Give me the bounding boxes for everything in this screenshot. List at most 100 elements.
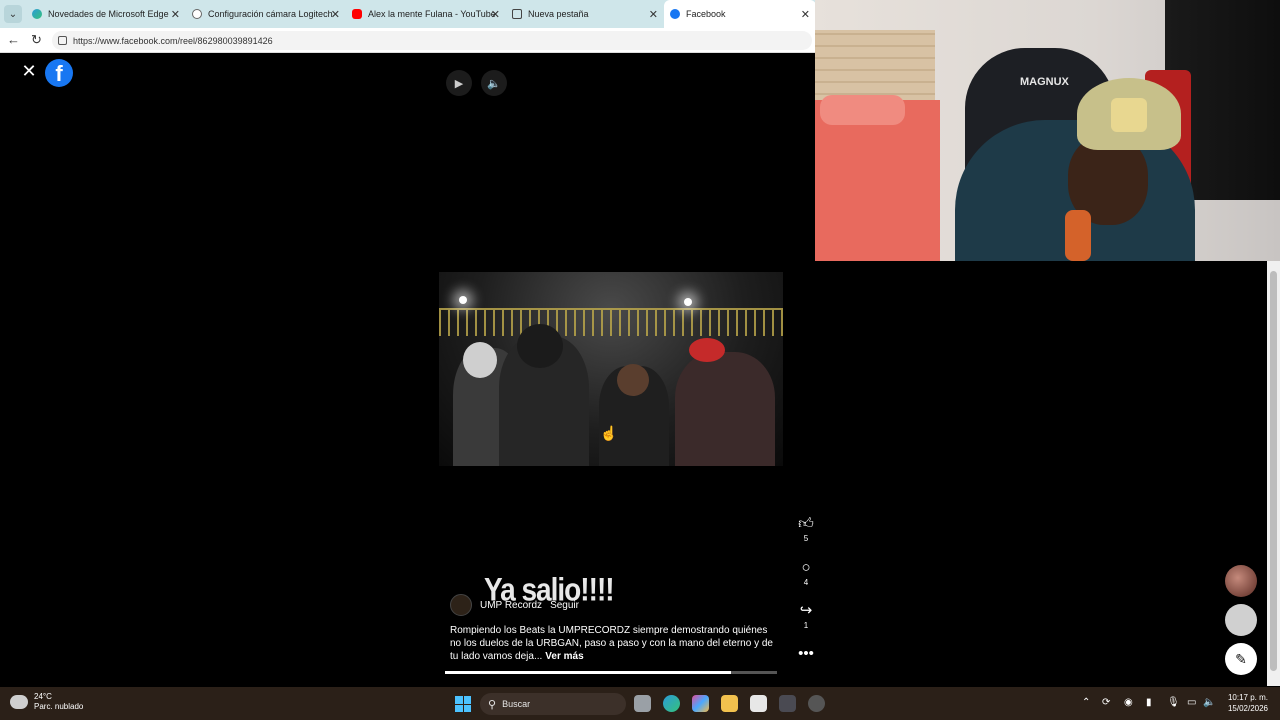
reel-caption: Rompiendo los Beats la UMPRECORDZ siempr… [450,624,780,663]
url-text: https://www.facebook.com/reel/8629800398… [73,35,273,46]
close-icon[interactable]: ✕ [801,8,810,21]
caption-text: Rompiendo los Beats la UMPRECORDZ siempr… [450,625,773,662]
app-icon[interactable] [779,695,796,712]
refresh-icon[interactable]: ↻ [31,32,42,48]
network-icon[interactable]: ▭ [1187,697,1196,708]
tab-label: Facebook [686,9,726,19]
tab-actions-menu[interactable]: ⌄ [4,5,22,23]
close-icon[interactable]: ✕ [649,8,658,21]
author-name[interactable]: UMP Recordz [480,600,542,611]
comment-button[interactable]: ○ 4 [793,559,819,587]
obs-icon[interactable] [808,695,825,712]
video-scene-fence [439,308,783,336]
tab-label: Configuración cámara Logitech [208,9,333,19]
tab-new-tab[interactable]: Nueva pestaña ✕ [506,0,664,28]
back-icon[interactable]: ← [7,32,20,47]
weather-widget[interactable]: 24°C Parc. nublado [10,692,83,712]
new-tab-icon [512,9,522,19]
tab-microsoft-edge[interactable]: Novedades de Microsoft Edge ✕ [26,0,186,28]
user-avatar-placeholder-icon[interactable] [1225,604,1257,636]
video-person-head [617,364,649,396]
shield-icon[interactable]: ◉ [1124,697,1133,708]
webcam-cap-patch [1111,98,1147,132]
webcam-headboard [815,30,935,105]
video-scene-light [459,296,467,304]
comment-count: 4 [803,578,809,587]
webcam-microphone [1065,210,1091,261]
close-viewer-button[interactable]: ✕ [21,61,37,81]
youtube-icon [352,9,362,19]
play-button[interactable]: ▶ [446,70,472,96]
video-person-cap [517,324,563,368]
webcam-pillow [820,95,905,125]
share-count: 1 [803,621,809,630]
windows-taskbar: 24°C Parc. nublado ⚲ Buscar ⌃ ⟳ ◉ ▮ 🎙︎ ▭… [0,687,1280,720]
video-person-cap [463,342,497,378]
url-field[interactable]: https://www.facebook.com/reel/8629800398… [52,31,812,50]
address-bar: ← ↻ https://www.facebook.com/reel/862980… [0,28,816,53]
like-button[interactable]: 👍︎ 5 [793,515,819,543]
progress-fill [445,671,731,674]
video-scene-light [684,298,692,306]
follow-button[interactable]: Seguir [550,600,579,611]
store-icon[interactable] [750,695,767,712]
clock-date: 15/02/2026 [1227,704,1268,713]
facebook-logo[interactable]: f [45,59,73,87]
webcam-overlay: MAGNUX [815,0,1280,261]
tab-label: Alex la mente Fulana - YouTube [368,9,496,19]
weather-temperature: 24°C [34,692,52,701]
close-icon: ✕ [21,61,37,81]
more-dots-icon: ••• [798,645,814,662]
tab-bar: ⌄ Novedades de Microsoft Edge ✕ Configur… [0,0,816,28]
chevron-up-icon[interactable]: ⌃ [1082,697,1090,708]
close-icon[interactable]: ✕ [331,8,340,21]
clock-time: 10:17 p. m. [1227,693,1268,702]
tab-label: Nueva pestaña [528,9,589,19]
compose-button[interactable]: ✎ [1225,643,1257,675]
taskbar-search[interactable]: ⚲ Buscar [480,693,626,715]
site-info-icon[interactable] [58,36,67,45]
profile-avatar[interactable] [1225,565,1257,597]
video-progress-bar[interactable] [445,671,777,674]
volume-button[interactable]: 🔈 [481,70,507,96]
chevron-down-icon: ⌄ [8,8,18,20]
video-person [675,352,775,466]
chair-brand-logo: MAGNUX [1020,76,1069,88]
author-row: UMP Recordz Seguir [450,594,579,616]
task-view-icon[interactable] [634,695,651,712]
tab-label: Novedades de Microsoft Edge [48,9,169,19]
file-explorer-icon[interactable] [721,695,738,712]
speaker-icon: 🔈 [487,77,501,90]
edge-taskbar-icon[interactable] [663,695,680,712]
comment-icon: ○ [801,559,811,576]
facebook-f-icon: f [55,61,63,86]
tab-facebook[interactable]: Facebook ✕ [664,0,816,28]
start-button[interactable] [455,696,471,712]
search-icon: ⚲ [488,698,497,711]
share-icon: ↪ [799,602,813,619]
volume-icon[interactable]: 🔈 [1203,697,1215,708]
close-icon[interactable]: ✕ [491,8,500,21]
scrollbar-thumb[interactable] [1270,271,1277,671]
facebook-icon [670,9,680,19]
close-icon[interactable]: ✕ [171,8,180,21]
share-button[interactable]: ↪ 1 [793,602,819,630]
author-avatar[interactable] [450,594,472,616]
battery-icon[interactable]: ▮ [1146,697,1152,708]
microphone-icon[interactable]: 🎙︎ [1167,697,1180,708]
taskbar-clock[interactable]: 10:17 p. m. 15/02/2026 [1222,692,1268,714]
play-icon: ▶ [454,77,464,90]
thumbs-up-icon: 👍︎ [798,515,814,532]
tab-youtube[interactable]: Alex la mente Fulana - YouTube ✕ [346,0,506,28]
sync-icon[interactable]: ⟳ [1102,697,1110,708]
edge-icon [32,9,42,19]
tab-logitech[interactable]: Configuración cámara Logitech ✕ [186,0,346,28]
edit-icon: ✎ [1235,650,1247,667]
page-scrollbar[interactable] [1267,261,1280,686]
search-placeholder: Buscar [502,699,531,709]
cloud-sun-icon [10,695,28,709]
like-count: 5 [803,534,809,543]
see-more-link[interactable]: Ver más [545,651,583,662]
more-options-button[interactable]: ••• [793,645,819,663]
copilot-icon[interactable] [692,695,709,712]
